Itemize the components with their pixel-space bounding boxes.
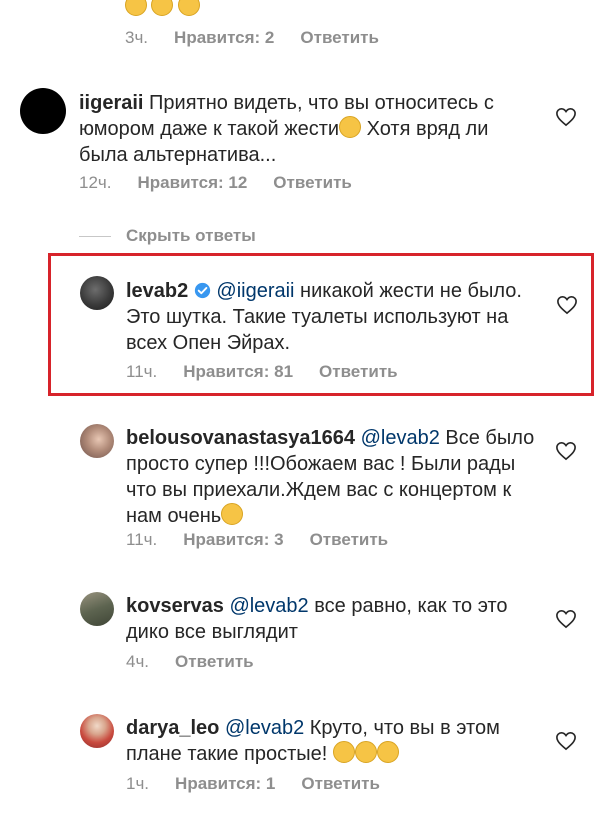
hand-emoji-icon bbox=[125, 0, 147, 16]
likes-count-button[interactable]: Нравится: 2 bbox=[174, 28, 274, 47]
comment-text: iigeraii Приятно видеть, что вы относите… bbox=[79, 90, 539, 168]
upside-down-smile-emoji-icon bbox=[221, 503, 244, 525]
reply-time: 1ч. bbox=[126, 774, 150, 793]
thumbs-up-emoji-icon bbox=[376, 741, 399, 763]
avatar[interactable] bbox=[80, 592, 114, 626]
reply-button[interactable]: Ответить bbox=[301, 774, 380, 793]
avatar[interactable] bbox=[20, 88, 66, 134]
top-emoji-row bbox=[125, 0, 200, 18]
reply-text: kovservas @levab2 все равно, как то это … bbox=[126, 593, 546, 645]
reply-meta: 1ч. Нравится: 1 Ответить bbox=[126, 774, 406, 794]
reply-meta: 11ч. Нравится: 81 Ответить bbox=[126, 362, 424, 382]
reply-username[interactable]: darya_leo bbox=[126, 717, 219, 739]
reply-mention-link[interactable]: @levab2 bbox=[229, 595, 308, 617]
avatar[interactable] bbox=[80, 714, 114, 748]
reply-button[interactable]: Ответить bbox=[319, 362, 398, 381]
hand-emoji-icon bbox=[151, 0, 174, 16]
reply-button[interactable]: Ответить bbox=[300, 28, 379, 47]
hand-emoji-icon bbox=[177, 0, 200, 16]
reply-username[interactable]: levab2 bbox=[126, 280, 188, 302]
thumbs-up-emoji-icon bbox=[354, 741, 377, 763]
comment-meta: 12ч. Нравится: 12 Ответить bbox=[79, 173, 378, 193]
comment-time: 3ч. bbox=[125, 28, 149, 47]
avatar[interactable] bbox=[80, 276, 114, 310]
like-heart-icon[interactable] bbox=[555, 441, 577, 461]
reply-username[interactable]: kovservas bbox=[126, 595, 224, 617]
reply-mention-link[interactable]: @levab2 bbox=[225, 717, 304, 739]
reply-text: levab2 @iigeraii никакой жести не было. … bbox=[126, 278, 536, 356]
like-heart-icon[interactable] bbox=[555, 609, 577, 629]
like-heart-icon[interactable] bbox=[555, 731, 577, 751]
reply-meta: 4ч. Ответить bbox=[126, 652, 280, 672]
likes-count-button[interactable]: Нравится: 12 bbox=[138, 173, 248, 192]
likes-count-button[interactable]: Нравится: 81 bbox=[183, 362, 293, 381]
hide-replies-button[interactable]: Скрыть ответы bbox=[126, 226, 256, 246]
comment-time: 12ч. bbox=[79, 173, 112, 192]
comment-username[interactable]: iigeraii bbox=[79, 92, 143, 114]
reply-meta: 11ч. Нравится: 3 Ответить bbox=[126, 530, 414, 550]
reply-mention-link[interactable]: @iigeraii bbox=[216, 280, 294, 302]
reply-time: 11ч. bbox=[126, 362, 158, 381]
reply-button[interactable]: Ответить bbox=[175, 652, 254, 671]
like-heart-icon[interactable] bbox=[556, 295, 578, 315]
reply-button[interactable]: Ответить bbox=[310, 530, 389, 549]
reply-username[interactable]: belousovanastasya1664 bbox=[126, 427, 355, 449]
likes-count-button[interactable]: Нравится: 3 bbox=[183, 530, 283, 549]
reply-button[interactable]: Ответить bbox=[273, 173, 352, 192]
reply-time: 4ч. bbox=[126, 652, 150, 671]
verified-badge-icon bbox=[194, 282, 210, 299]
flexed-biceps-emoji-icon bbox=[332, 741, 355, 763]
laughing-emoji-icon bbox=[339, 116, 362, 138]
reply-text: darya_leo @levab2 Круто, что вы в этом п… bbox=[126, 715, 536, 767]
reply-mention-link[interactable]: @levab2 bbox=[361, 427, 440, 449]
like-heart-icon[interactable] bbox=[555, 107, 577, 127]
reply-time: 11ч. bbox=[126, 530, 158, 549]
likes-count-button[interactable]: Нравится: 1 bbox=[175, 774, 275, 793]
avatar[interactable] bbox=[80, 424, 114, 458]
reply-text: belousovanastasya1664 @levab2 Все было п… bbox=[126, 425, 536, 529]
hide-replies-divider bbox=[79, 236, 111, 237]
top-comment-meta: 3ч. Нравится: 2 Ответить bbox=[125, 28, 405, 48]
